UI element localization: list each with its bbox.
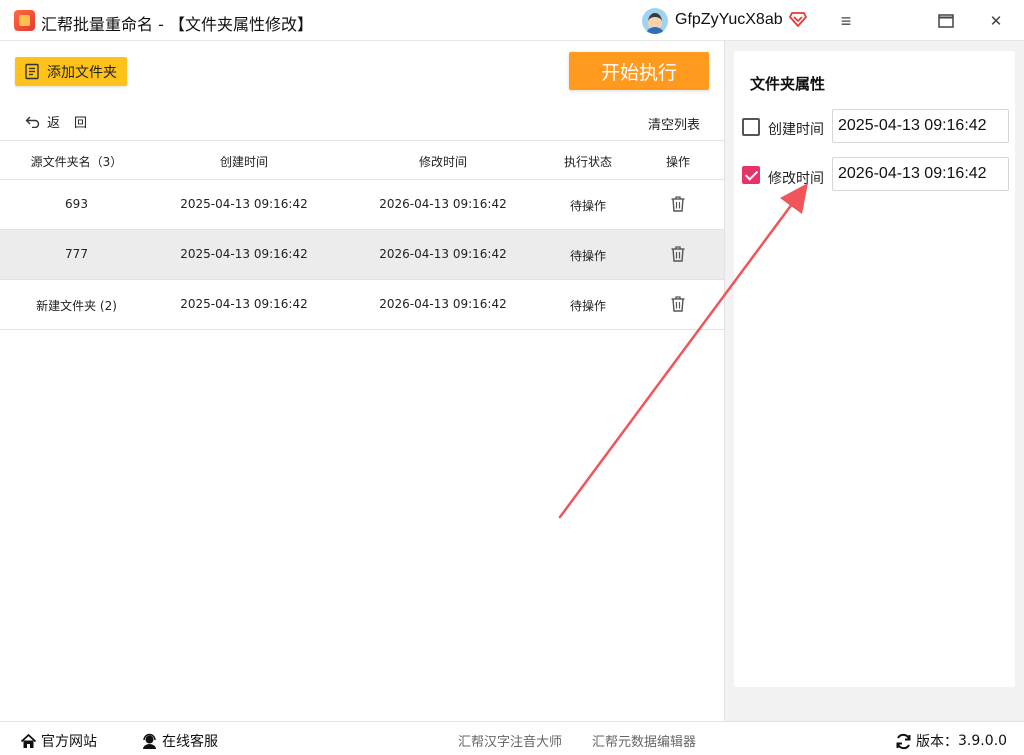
- official-website-link[interactable]: 官方网站: [20, 731, 97, 751]
- add-folder-icon: [25, 63, 39, 80]
- window-title: 汇帮批量重命名 - 【文件夹属性修改】: [41, 15, 313, 34]
- vip-diamond-icon[interactable]: [789, 10, 807, 28]
- cell-folder-name: 新建文件夹 (2): [36, 299, 117, 313]
- delete-trash-icon[interactable]: [670, 295, 686, 313]
- add-folder-label: 添加文件夹: [47, 64, 117, 81]
- cell-folder-name: 693: [65, 197, 88, 211]
- folder-attributes-panel: [734, 51, 1015, 687]
- table-row[interactable]: 新建文件夹 (2) 2025-04-13 09:16:42 2026-04-13…: [0, 280, 724, 330]
- back-button[interactable]: 返回: [25, 112, 101, 131]
- refresh-icon: [896, 733, 911, 749]
- cell-folder-name: 777: [65, 247, 88, 261]
- close-icon: ✕: [989, 13, 1003, 30]
- official-website-label: 官方网站: [41, 734, 97, 750]
- header-created-time: 创建时间: [219, 155, 268, 169]
- app-logo-icon: [14, 10, 35, 31]
- maximize-button[interactable]: [933, 8, 959, 34]
- home-icon: [20, 733, 37, 748]
- header-modified-time: 修改时间: [418, 155, 467, 169]
- user-avatar[interactable]: [642, 8, 668, 34]
- create-time-checkbox[interactable]: [742, 118, 760, 136]
- cell-status: 待操作: [569, 249, 606, 263]
- modify-time-input[interactable]: [832, 157, 1009, 191]
- create-time-input[interactable]: [832, 109, 1009, 143]
- panel-title: 文件夹属性: [750, 75, 826, 93]
- cell-created-time: 2025-04-13 09:16:42: [180, 297, 308, 311]
- clear-list-button[interactable]: 清空列表: [648, 114, 700, 133]
- cell-created-time: 2025-04-13 09:16:42: [180, 197, 308, 211]
- hamburger-icon: ≡: [840, 10, 852, 31]
- online-support-link[interactable]: 在线客服: [141, 731, 218, 751]
- username[interactable]: GfpZyYucX8ab: [675, 11, 783, 29]
- close-button[interactable]: ✕: [983, 8, 1009, 34]
- pinyin-tool-link[interactable]: 汇帮汉字注音大师: [458, 731, 562, 750]
- add-folder-button[interactable]: 添加文件夹: [15, 57, 127, 86]
- bottom-bar: 官方网站 在线客服 汇帮汉字注音大师 汇帮元数据编辑器 版本： 3.9.0.0: [0, 721, 1024, 755]
- delete-trash-icon[interactable]: [670, 195, 686, 213]
- cell-created-time: 2025-04-13 09:16:42: [180, 247, 308, 261]
- table-row[interactable]: 693 2025-04-13 09:16:42 2026-04-13 09:16…: [0, 180, 724, 230]
- delete-trash-icon[interactable]: [670, 245, 686, 263]
- modify-time-checkbox[interactable]: [742, 166, 760, 184]
- title-bar: 汇帮批量重命名 - 【文件夹属性修改】 GfpZyYucX8ab ≡ ✕: [0, 0, 1024, 41]
- version-info[interactable]: 版本： 3.9.0.0: [895, 731, 1007, 751]
- create-time-label: 创建时间: [768, 122, 824, 138]
- maximize-icon: [938, 14, 954, 28]
- headset-icon: [143, 733, 156, 749]
- version-label: 版本：: [916, 734, 958, 750]
- table-row[interactable]: 777 2025-04-13 09:16:42 2026-04-13 09:16…: [0, 230, 724, 280]
- folder-table: 源文件夹名（3） 创建时间 修改时间 执行状态 操作 693 2025-04-1…: [0, 140, 724, 330]
- cell-modified-time: 2026-04-13 09:16:42: [379, 297, 507, 311]
- online-support-label: 在线客服: [162, 734, 218, 750]
- modify-time-label: 修改时间: [768, 171, 824, 187]
- cell-modified-time: 2026-04-13 09:16:42: [379, 247, 507, 261]
- back-arrow-icon: [25, 116, 40, 128]
- version-number: 3.9.0.0: [958, 733, 1007, 749]
- menu-button[interactable]: ≡: [833, 8, 859, 34]
- header-status: 执行状态: [563, 155, 612, 169]
- header-action: 操作: [665, 155, 690, 169]
- cell-status: 待操作: [569, 299, 606, 313]
- table-header: 源文件夹名（3） 创建时间 修改时间 执行状态 操作: [0, 140, 724, 180]
- metadata-tool-link[interactable]: 汇帮元数据编辑器: [592, 731, 696, 750]
- start-execute-button[interactable]: 开始执行: [569, 52, 709, 90]
- header-folder-name: 源文件夹名（3）: [30, 155, 123, 169]
- back-label: 返回: [47, 116, 102, 131]
- cell-status: 待操作: [569, 199, 606, 213]
- cell-modified-time: 2026-04-13 09:16:42: [379, 197, 507, 211]
